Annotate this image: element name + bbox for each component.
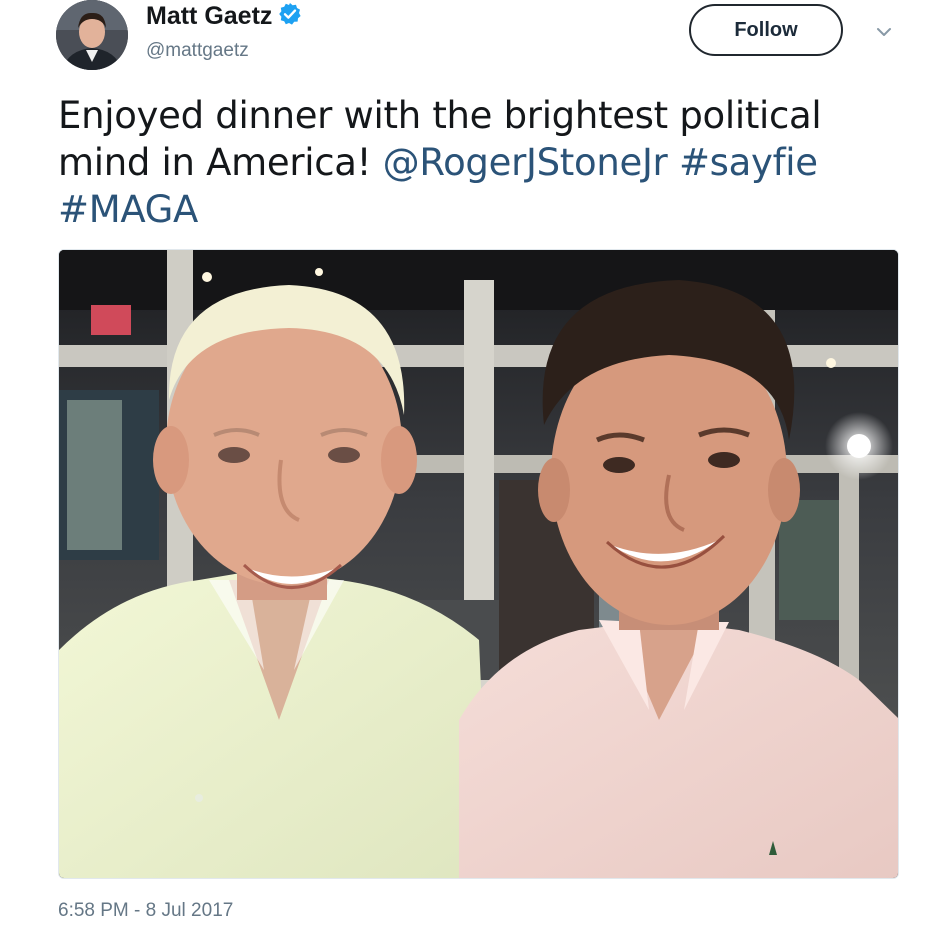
- verified-badge-icon: [278, 2, 302, 26]
- avatar[interactable]: [56, 0, 128, 70]
- tweet-header: Matt Gaetz @mattgaetz Follow: [0, 0, 950, 80]
- hashtag-link[interactable]: #sayfie: [679, 141, 818, 184]
- tweet-timestamp[interactable]: 6:58 PM - 8 Jul 2017: [58, 900, 233, 922]
- tweet-photo[interactable]: [58, 249, 899, 879]
- author-handle[interactable]: @mattgaetz: [146, 40, 249, 62]
- author-info: Matt Gaetz @mattgaetz: [146, 0, 302, 61]
- display-name[interactable]: Matt Gaetz: [146, 0, 272, 32]
- tweet-text: Enjoyed dinner with the brightest politi…: [58, 92, 918, 233]
- chevron-down-icon[interactable]: [872, 20, 896, 44]
- follow-button[interactable]: Follow: [689, 4, 843, 56]
- hashtag-link[interactable]: #MAGA: [58, 188, 198, 231]
- mention-link[interactable]: @RogerJStoneJr: [383, 141, 668, 184]
